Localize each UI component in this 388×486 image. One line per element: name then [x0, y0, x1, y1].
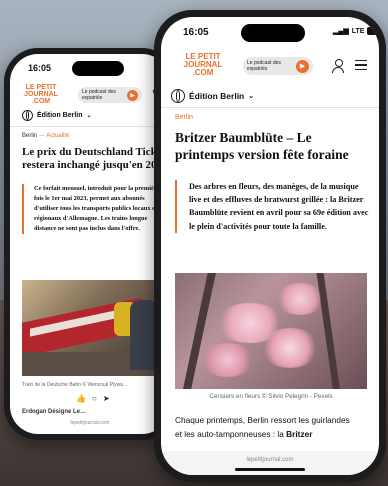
share-icon[interactable]: ➤: [103, 394, 110, 403]
comment-icon[interactable]: ○: [92, 394, 97, 403]
back-phone-screen: 16:05 LE PETIT JOURNAL .COM Le podcast des…: [10, 54, 170, 434]
play-icon: ▶: [127, 89, 138, 101]
front-divider: [161, 107, 379, 108]
battery-icon: [367, 27, 379, 35]
front-phone-screen: 16:05 ▂▄▆ LTE LE PETIT JOURNAL .COM Le pod…: [161, 17, 379, 475]
front-menu-icon[interactable]: [355, 60, 367, 70]
front-podcast-badge[interactable]: Le podcast des expatriés ▶: [243, 57, 313, 75]
front-status-right: ▂▄▆ LTE: [333, 27, 379, 35]
back-lead-quote: Ce forfait mensuel, introduit pour la pr…: [22, 184, 170, 234]
chevron-down-icon: ⌄: [86, 113, 92, 119]
front-footer-bar: [161, 451, 379, 475]
back-share-icons: 👍 ○ ➤: [76, 394, 110, 403]
play-icon: ▶: [296, 59, 309, 73]
front-edition-selector[interactable]: Édition Berlin ⌄: [171, 89, 254, 103]
back-train-image: [22, 280, 168, 376]
globe-icon: [22, 110, 33, 121]
globe-icon: [171, 89, 185, 103]
front-footer-url[interactable]: lepetitjournal.com: [161, 457, 379, 463]
front-dynamic-island: [241, 24, 305, 42]
front-home-indicator[interactable]: [235, 468, 305, 471]
front-section-label[interactable]: Berlin: [175, 114, 193, 121]
front-status-time: 16:05: [183, 27, 209, 38]
back-edition-selector[interactable]: Édition Berlin ⌄: [22, 110, 92, 121]
back-footer-url[interactable]: lepetitjournal.com: [10, 420, 170, 426]
front-lead-quote: Des arbres en fleurs, des manèges, de la…: [175, 180, 371, 233]
back-section-label[interactable]: Berlin — Actualité: [22, 133, 69, 139]
front-site-logo[interactable]: LE PETIT JOURNAL .COM: [179, 53, 227, 77]
signal-icon: ▂▄▆: [333, 28, 349, 35]
back-headline[interactable]: Le prix du Deutschland Tick… restera inc…: [22, 146, 170, 172]
back-dynamic-island: [72, 61, 124, 76]
chevron-down-icon: ⌄: [248, 93, 255, 100]
back-image-caption: Train de la Deutsche Bahn © Wenzouk Plyw…: [22, 382, 128, 388]
front-phone: 16:05 ▂▄▆ LTE LE PETIT JOURNAL .COM Le pod…: [154, 10, 386, 482]
back-phone: 16:05 LE PETIT JOURNAL .COM Le podcast des…: [4, 48, 176, 440]
front-body-text: Chaque printemps, Berlin ressort les gui…: [175, 415, 350, 439]
back-next-article[interactable]: Erdogan Désigne Le…: [22, 409, 86, 415]
back-site-logo[interactable]: LE PETIT JOURNAL .COM: [20, 84, 62, 105]
front-headline[interactable]: Britzer Baumblüte – Le printemps version…: [175, 129, 365, 163]
back-podcast-badge[interactable]: Le podcast des expatriés ▶: [78, 87, 142, 103]
thumb-icon[interactable]: 👍: [76, 394, 86, 403]
front-blossom-image: [175, 273, 367, 389]
back-divider: [10, 126, 170, 127]
front-image-caption: Cerisiers en fleurs © Silvio Pelegrin - …: [209, 393, 333, 400]
front-user-icon[interactable]: [332, 59, 344, 73]
back-status-time: 16:05: [28, 63, 52, 73]
